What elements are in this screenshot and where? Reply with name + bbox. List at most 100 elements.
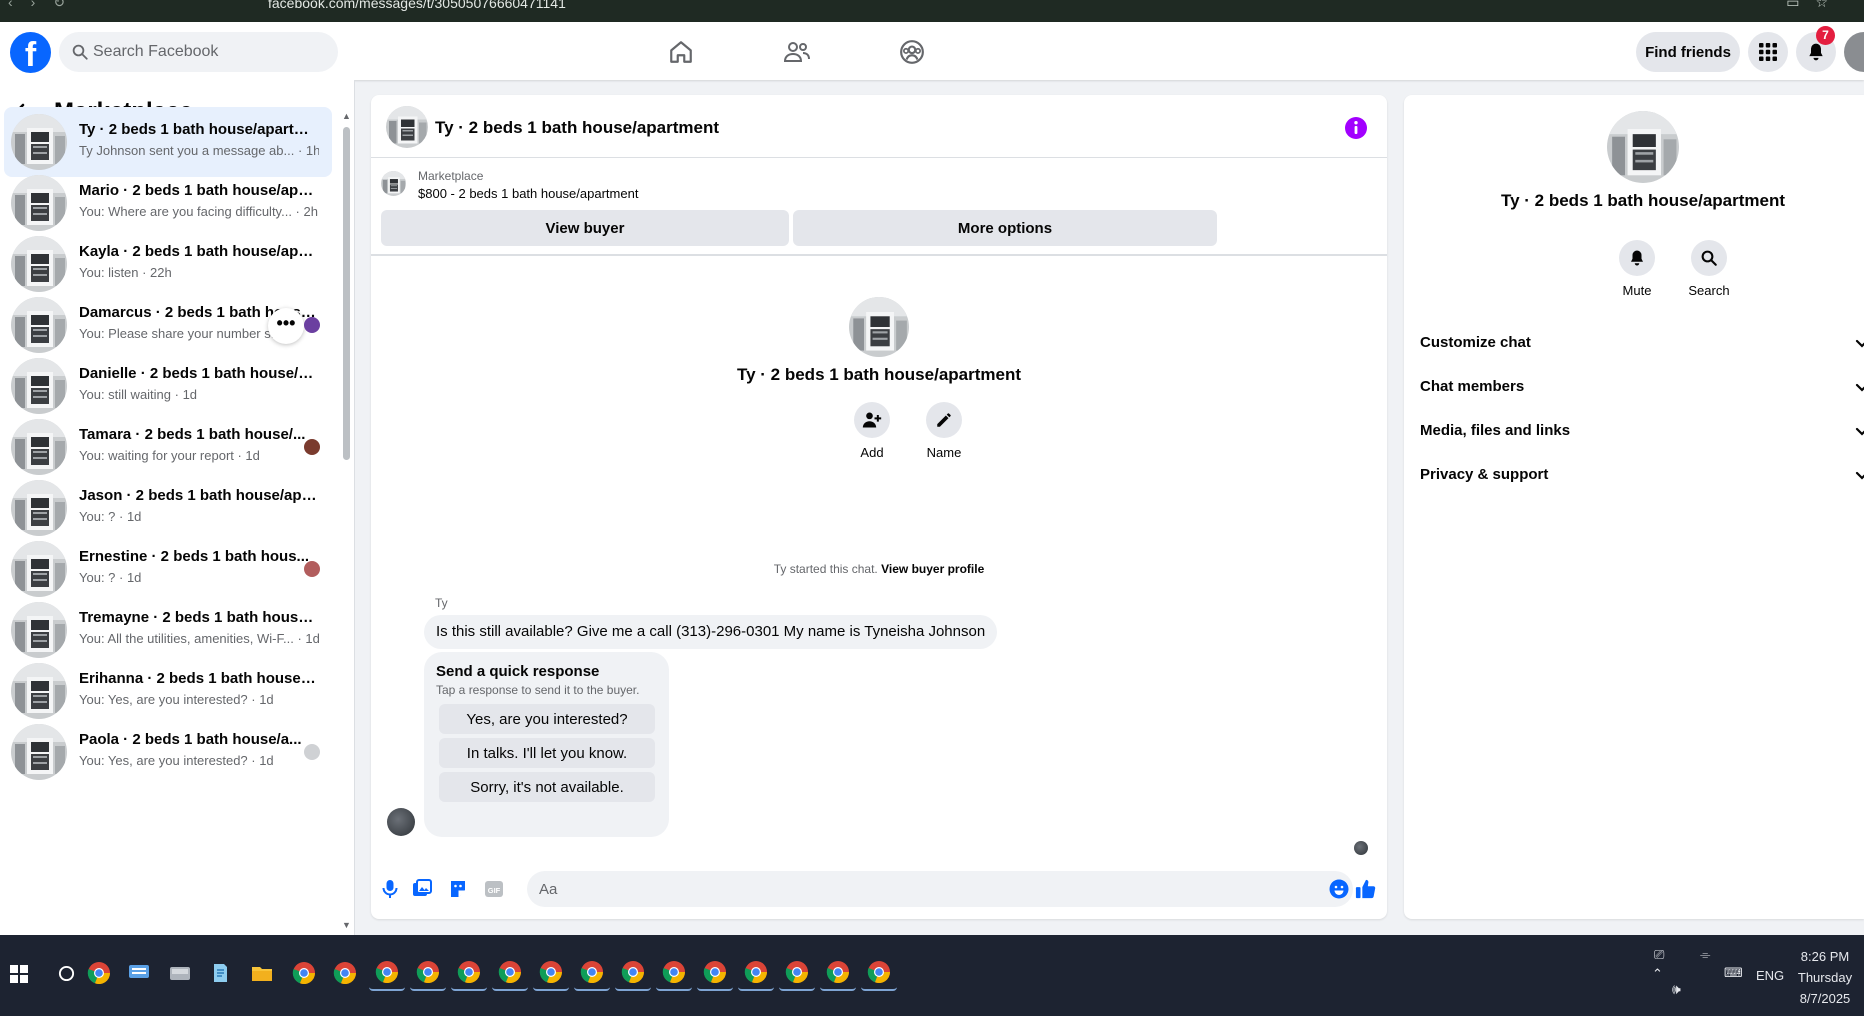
- conversation-item[interactable]: Ty · 2 beds 1 bath house/apartm... Ty Joh…: [4, 107, 332, 177]
- profile-avatar[interactable]: [1844, 32, 1864, 72]
- facebook-logo[interactable]: f: [10, 32, 51, 73]
- language-indicator[interactable]: ENG: [1756, 968, 1784, 983]
- chat-title[interactable]: Ty · 2 beds 1 bath house/apartment: [435, 118, 719, 138]
- chrome-icon[interactable]: [410, 955, 446, 991]
- conversation-item[interactable]: Tremayne · 2 beds 1 bath house/... You: A…: [4, 595, 332, 665]
- intro-avatar: [849, 297, 909, 357]
- quick-response-yes[interactable]: Yes, are you interested?: [439, 704, 655, 734]
- conversation-title: Mario · 2 beds 1 bath house/apa...: [79, 182, 319, 199]
- chrome-icon[interactable]: [327, 955, 363, 991]
- chevron-up-icon[interactable]: ⌃: [1652, 966, 1663, 982]
- listing-thumbnail[interactable]: [381, 171, 406, 196]
- more-options-button[interactable]: More options: [793, 210, 1217, 246]
- conversation-item[interactable]: Damarcus · 2 beds 1 bath house/... You: P…: [4, 290, 332, 360]
- sender-avatar[interactable]: [387, 808, 415, 836]
- more-options-icon[interactable]: •••: [268, 308, 304, 344]
- chrome-icon[interactable]: [779, 955, 815, 991]
- message-input[interactable]: [539, 871, 1299, 907]
- gif-icon[interactable]: GIF: [484, 879, 504, 899]
- quick-response-in-talks[interactable]: In talks. I'll let you know.: [439, 738, 655, 768]
- windows-start-icon[interactable]: [10, 965, 28, 983]
- media-files-links-label: Media, files and links: [1420, 422, 1571, 439]
- keyboard-icon[interactable]: ⌨: [1724, 965, 1743, 981]
- photo-icon[interactable]: [412, 879, 432, 899]
- chrome-icon[interactable]: [574, 955, 610, 991]
- scrollbar[interactable]: ▲ ▼: [341, 111, 351, 930]
- scroll-thumb[interactable]: [343, 127, 350, 460]
- chrome-icon[interactable]: [81, 955, 117, 991]
- add-button[interactable]: Add: [842, 402, 902, 460]
- sticker-icon[interactable]: [448, 879, 468, 899]
- chat-members-section[interactable]: Chat members: [1420, 365, 1864, 409]
- view-buyer-button[interactable]: View buyer: [381, 210, 789, 246]
- chrome-icon[interactable]: [369, 955, 405, 991]
- conversation-item[interactable]: Erihanna · 2 beds 1 bath house/a... You: …: [4, 656, 332, 726]
- file-explorer-icon[interactable]: [244, 955, 280, 991]
- browser-nav-icons[interactable]: ‹›↻: [8, 0, 83, 11]
- message-bubble[interactable]: Is this still available? Give me a call …: [424, 615, 998, 649]
- conversation-item[interactable]: Paola · 2 beds 1 bath house/a... You: Yes…: [4, 717, 332, 787]
- chat-avatar[interactable]: [386, 106, 428, 148]
- media-files-links-section[interactable]: Media, files and links: [1420, 409, 1864, 453]
- conversation-item[interactable]: Kayla · 2 beds 1 bath house/apar... You: …: [4, 229, 332, 299]
- mute-button[interactable]: Mute: [1607, 240, 1667, 298]
- home-icon[interactable]: [661, 32, 701, 72]
- meet-now-icon[interactable]: ⎚: [1654, 947, 1664, 963]
- address-bar[interactable]: facebook.com/messages/t/3050507666047114…: [118, 0, 1768, 12]
- chrome-icon[interactable]: [861, 955, 897, 991]
- conversation-item[interactable]: Tamara · 2 beds 1 bath house/... You: wai…: [4, 412, 332, 482]
- view-buyer-profile-link[interactable]: View buyer profile: [881, 562, 984, 576]
- conversation-item[interactable]: Danielle · 2 beds 1 bath house/a... You: …: [4, 351, 332, 421]
- friends-icon[interactable]: [777, 32, 817, 72]
- conversation-avatar: [11, 419, 67, 475]
- volume-icon[interactable]: 🕪: [1672, 981, 1681, 998]
- browser-toolbar-icons[interactable]: ▭☆: [1786, 0, 1844, 11]
- chevron-down-icon: [1855, 427, 1864, 436]
- conversation-item[interactable]: Mario · 2 beds 1 bath house/apa... You: W…: [4, 168, 332, 238]
- chrome-icon[interactable]: [533, 955, 569, 991]
- chrome-icon[interactable]: [656, 955, 692, 991]
- clock[interactable]: 8:26 PM Thursday 8/7/2025: [1790, 946, 1860, 1009]
- microphone-icon[interactable]: [382, 879, 398, 899]
- name-button[interactable]: Name: [914, 402, 974, 460]
- scroll-down-icon[interactable]: ▼: [342, 920, 351, 930]
- find-friends-button[interactable]: Find friends: [1636, 32, 1740, 72]
- drive-icon[interactable]: [162, 955, 198, 991]
- seen-avatar: [304, 561, 320, 577]
- scroll-up-icon[interactable]: ▲: [342, 111, 351, 121]
- chrome-icon[interactable]: [615, 955, 651, 991]
- chat-members-label: Chat members: [1420, 378, 1525, 395]
- search-input[interactable]: [93, 32, 328, 72]
- search-conversation-button[interactable]: Search: [1679, 240, 1739, 298]
- search-box[interactable]: [59, 32, 338, 72]
- message-input-wrapper[interactable]: [527, 871, 1353, 907]
- privacy-support-section[interactable]: Privacy & support: [1420, 453, 1864, 497]
- chrome-icon[interactable]: [286, 955, 322, 991]
- conversation-list-panel: Marketplace Ty · 2 beds 1 bath house/apa…: [0, 80, 355, 935]
- chrome-icon[interactable]: [451, 955, 487, 991]
- conversation-item[interactable]: Ernestine · 2 beds 1 bath hous... You: ? …: [4, 534, 332, 604]
- menu-grid-icon[interactable]: [1748, 32, 1788, 72]
- info-icon[interactable]: [1344, 116, 1368, 140]
- chrome-icon[interactable]: [820, 955, 856, 991]
- quick-response-not-available[interactable]: Sorry, it's not available.: [439, 772, 655, 802]
- conversation-avatar: [11, 602, 67, 658]
- search-circle-icon[interactable]: [58, 965, 75, 982]
- details-avatar[interactable]: [1607, 111, 1679, 183]
- emoji-icon[interactable]: [1329, 879, 1349, 899]
- listing-price[interactable]: $800 - 2 beds 1 bath house/apartment: [418, 186, 638, 201]
- groups-icon[interactable]: [892, 32, 932, 72]
- chrome-icon[interactable]: [738, 955, 774, 991]
- customize-chat-section[interactable]: Customize chat: [1420, 321, 1864, 365]
- search-label: Search: [1688, 283, 1730, 298]
- seen-avatar: [304, 744, 320, 760]
- notepad-icon[interactable]: [202, 955, 238, 991]
- conversation-avatar: [11, 358, 67, 414]
- chevron-down-icon: [1855, 339, 1864, 348]
- network-icon[interactable]: ⌯: [1700, 947, 1710, 963]
- chrome-icon[interactable]: [697, 955, 733, 991]
- chrome-icon[interactable]: [492, 955, 528, 991]
- thumbs-up-icon[interactable]: [1355, 878, 1377, 900]
- keyboard-app-icon[interactable]: [121, 955, 157, 991]
- conversation-item[interactable]: Jason · 2 beds 1 bath house/apa... You: ?…: [4, 473, 332, 543]
